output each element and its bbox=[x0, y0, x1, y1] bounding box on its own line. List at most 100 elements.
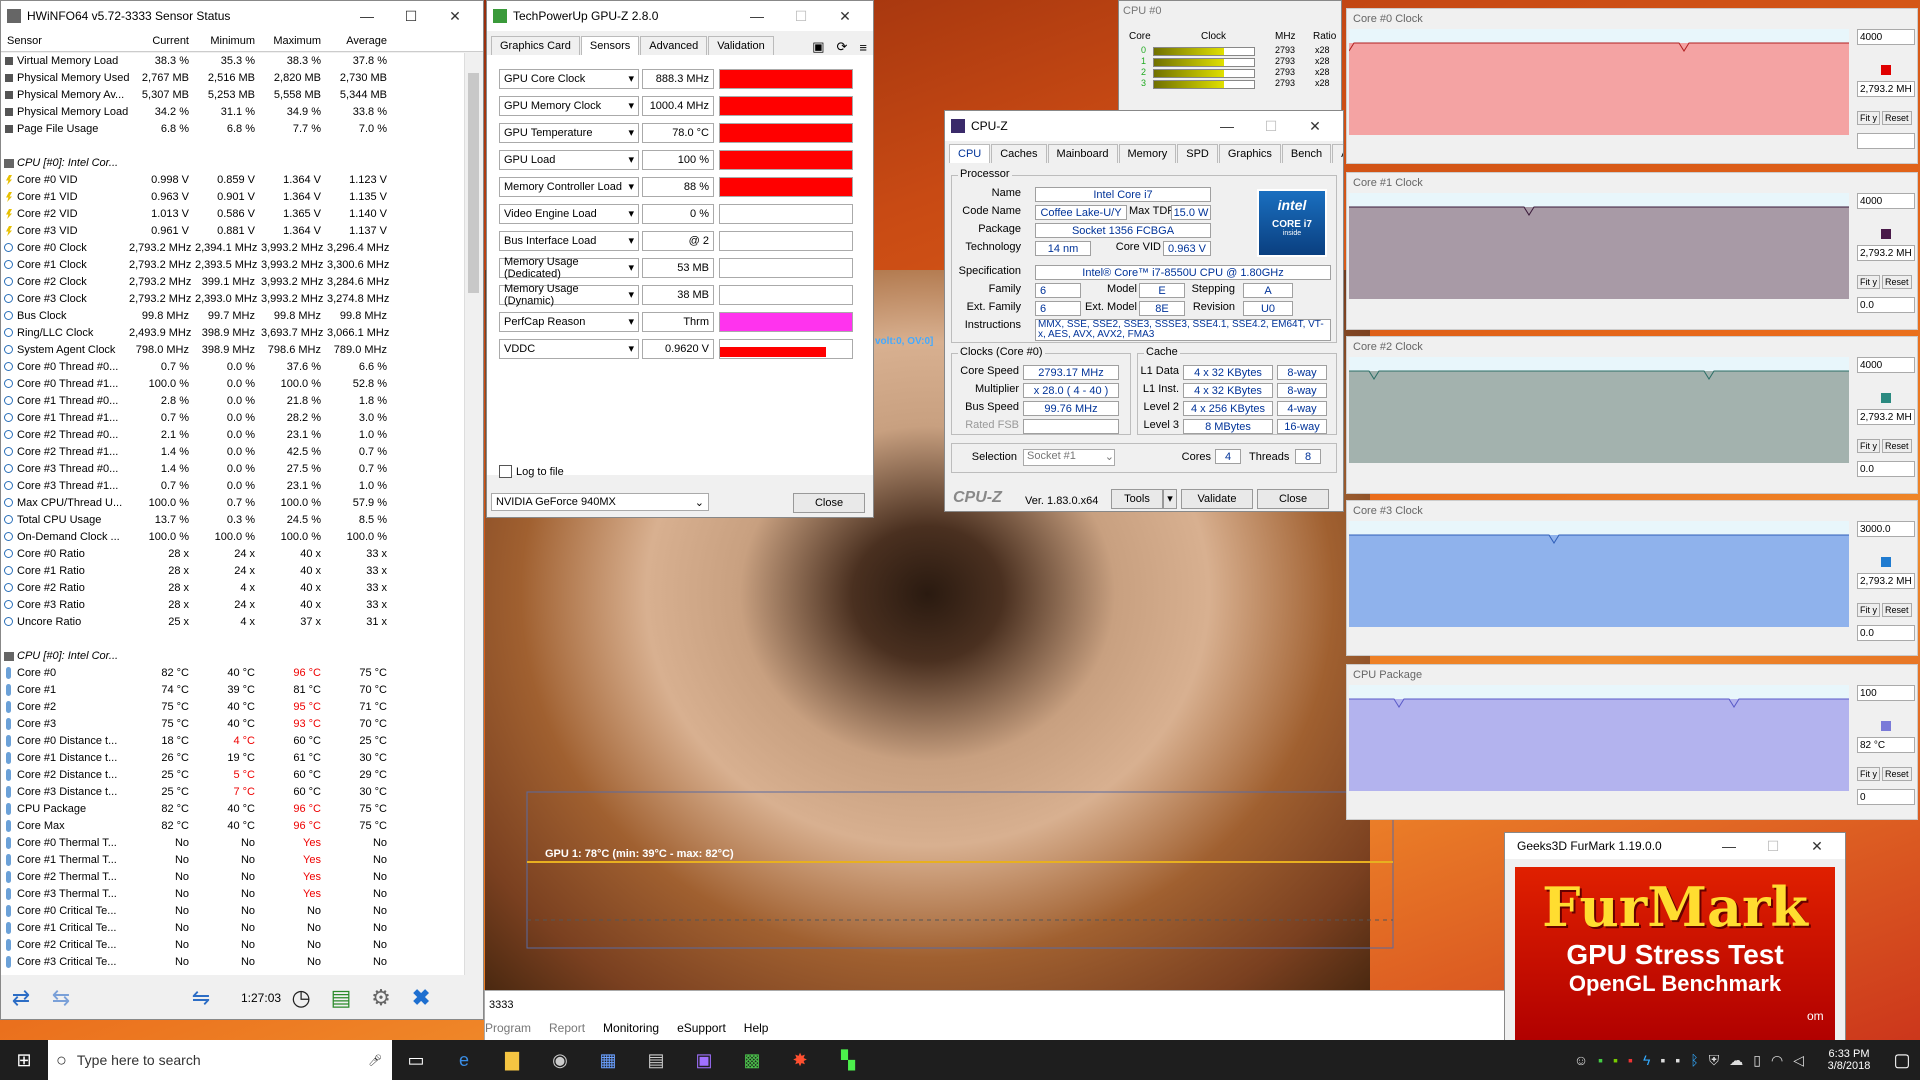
tab-graphics-card[interactable]: Graphics Card bbox=[491, 36, 580, 55]
minimize-icon[interactable]: — bbox=[1707, 838, 1751, 854]
menu-esupport[interactable]: eSupport bbox=[677, 1021, 726, 1035]
gpu-selector[interactable]: NVIDIA GeForce 940MX ⌄ bbox=[491, 493, 709, 511]
tab-sensors[interactable]: Sensors bbox=[580, 36, 640, 55]
fit-y-button[interactable]: Fit y bbox=[1857, 767, 1880, 781]
scrollbar-thumb[interactable] bbox=[468, 73, 479, 293]
sensor-name-select[interactable]: GPU Load ▾ bbox=[499, 149, 639, 170]
tray-icon-red[interactable]: ▪ bbox=[1628, 1052, 1633, 1069]
edge-icon[interactable]: e bbox=[440, 1040, 488, 1080]
furmark-taskbar-icon[interactable]: ✸ bbox=[776, 1040, 824, 1080]
col-current[interactable]: Current bbox=[129, 31, 195, 51]
table-row[interactable]: Core #0 Thread #1... 100.0 % 0.0 % 100.0 % 5… bbox=[1, 376, 467, 393]
sensor-name-select[interactable]: Bus Interface Load ▾ bbox=[499, 230, 639, 251]
people-icon[interactable]: ☺ bbox=[1574, 1052, 1588, 1069]
menu-report-clipped[interactable]: Report bbox=[549, 1021, 585, 1035]
app-icon-2[interactable]: ▦ bbox=[584, 1040, 632, 1080]
gpuz-taskbar-icon[interactable]: ▩ bbox=[728, 1040, 776, 1080]
tab-validation[interactable]: Validation bbox=[708, 36, 774, 55]
table-row[interactable]: Core #0 Distance t... 18 °C 4 °C 60 °C 25 °C bbox=[1, 733, 467, 750]
sensor-group-row[interactable]: CPU [#0]: Intel Cor... bbox=[1, 155, 467, 172]
sensor-name-select[interactable]: GPU Memory Clock ▾ bbox=[499, 95, 639, 116]
nav-left-arrows-icon[interactable]: ⇄ bbox=[1, 981, 41, 1015]
table-row[interactable]: Core #0 Clock 2,793.2 MHz 2,394.1 MHz 3,993… bbox=[1, 240, 467, 257]
close-icon[interactable]: ✕ bbox=[1795, 838, 1839, 855]
maximize-icon[interactable]: ☐ bbox=[779, 8, 823, 25]
fit-y-button[interactable]: Fit y bbox=[1857, 111, 1880, 125]
onedrive-icon[interactable]: ☁ bbox=[1729, 1052, 1743, 1069]
tab-graphics[interactable]: Graphics bbox=[1218, 144, 1281, 163]
file-explorer-icon[interactable]: ▇ bbox=[488, 1040, 536, 1080]
graph-min-input[interactable] bbox=[1857, 133, 1915, 149]
close-icon[interactable]: ✕ bbox=[1293, 118, 1337, 135]
fit-y-button[interactable]: Fit y bbox=[1857, 439, 1880, 453]
refresh-icon[interactable]: ⟳ bbox=[831, 39, 854, 55]
windows-start-icon[interactable]: ⊞ bbox=[0, 1040, 48, 1080]
tab-spd[interactable]: SPD bbox=[1177, 144, 1218, 163]
exit-x-icon[interactable]: ✖ bbox=[401, 981, 441, 1015]
table-row[interactable]: Core #1 Thread #0... 2.8 % 0.0 % 21.8 % 1.8 … bbox=[1, 393, 467, 410]
close-icon[interactable]: ✕ bbox=[823, 8, 867, 25]
table-row[interactable]: CPU Package 82 °C 40 °C 96 °C 75 °C bbox=[1, 801, 467, 818]
table-row[interactable]: Physical Memory Av... 5,307 MB 5,253 MB 5,5… bbox=[1, 87, 467, 104]
table-row[interactable]: Core #0 VID 0.998 V 0.859 V 1.364 V 1.123 V bbox=[1, 172, 467, 189]
table-row[interactable]: Core #2 Ratio 28 x 4 x 40 x 33 x bbox=[1, 580, 467, 597]
minimize-icon[interactable]: — bbox=[735, 8, 779, 24]
wifi-icon[interactable]: ◠ bbox=[1771, 1052, 1783, 1069]
minimize-icon[interactable]: — bbox=[345, 8, 389, 24]
sensor-name-select[interactable]: GPU Temperature ▾ bbox=[499, 122, 639, 143]
table-row[interactable]: Core #2 Clock 2,793.2 MHz 399.1 MHz 3,993.2… bbox=[1, 274, 467, 291]
sensor-group-row[interactable]: CPU [#0]: Intel Cor... bbox=[1, 648, 467, 665]
tab-mainboard[interactable]: Mainboard bbox=[1047, 144, 1118, 163]
table-row[interactable]: Core #0 Critical Te... No No No No bbox=[1, 903, 467, 920]
sensor-name-select[interactable]: GPU Core Clock ▾ bbox=[499, 68, 639, 89]
socket-select[interactable]: Socket #1 ⌄ bbox=[1023, 449, 1115, 466]
table-row[interactable]: Core #3 Thread #1... 0.7 % 0.0 % 23.1 % 1.0 … bbox=[1, 478, 467, 495]
table-row[interactable]: System Agent Clock 798.0 MHz 398.9 MHz 798.… bbox=[1, 342, 467, 359]
table-row[interactable]: Core #3 Clock 2,793.2 MHz 2,393.0 MHz 3,993… bbox=[1, 291, 467, 308]
gpuz-close-button[interactable]: Close bbox=[793, 493, 865, 513]
microphone-icon[interactable]: 🎤︎ bbox=[368, 1054, 382, 1067]
tab-memory[interactable]: Memory bbox=[1118, 144, 1177, 163]
maximize-icon[interactable]: ☐ bbox=[389, 8, 433, 25]
col-average[interactable]: Average bbox=[327, 31, 393, 51]
table-row[interactable]: Core #1 Critical Te... No No No No bbox=[1, 920, 467, 937]
shield-icon[interactable]: ⛨ bbox=[1709, 1052, 1720, 1069]
switch-layout-icon[interactable]: ⇋ bbox=[181, 981, 221, 1015]
table-row[interactable]: Core #2 Thread #0... 2.1 % 0.0 % 23.1 % 1.0 … bbox=[1, 427, 467, 444]
table-row[interactable]: Core #1 Distance t... 26 °C 19 °C 61 °C 30 °… bbox=[1, 750, 467, 767]
sensor-name-select[interactable]: Video Engine Load ▾ bbox=[499, 203, 639, 224]
table-row[interactable]: Core #1 Thread #1... 0.7 % 0.0 % 28.2 % 3.0 … bbox=[1, 410, 467, 427]
table-row[interactable]: Core #2 Thread #1... 1.4 % 0.0 % 42.5 % 0.7 … bbox=[1, 444, 467, 461]
notifications-icon[interactable]: ▢ bbox=[1884, 1040, 1920, 1080]
tab-bench[interactable]: Bench bbox=[1281, 144, 1332, 163]
nav-right-arrows-icon[interactable]: ⇆ bbox=[41, 981, 81, 1015]
app-icon-1[interactable]: ◉ bbox=[536, 1040, 584, 1080]
fit-y-button[interactable]: Fit y bbox=[1857, 275, 1880, 289]
tab-advanced[interactable]: Advanced bbox=[640, 36, 708, 55]
graph-min-input[interactable]: 0.0 bbox=[1857, 625, 1915, 641]
table-row[interactable]: Core #3 Distance t... 25 °C 7 °C 60 °C 30 °C bbox=[1, 784, 467, 801]
col-sensor[interactable]: Sensor bbox=[1, 31, 129, 51]
tray-icon-green[interactable]: ▪ bbox=[1598, 1052, 1603, 1069]
table-row[interactable]: Core #2 VID 1.013 V 0.586 V 1.365 V 1.140 V bbox=[1, 206, 467, 223]
table-row[interactable]: Uncore Ratio 25 x 4 x 37 x 31 x bbox=[1, 614, 467, 631]
tab-caches[interactable]: Caches bbox=[991, 144, 1047, 163]
table-row[interactable]: Core Max 82 °C 40 °C 96 °C 75 °C bbox=[1, 818, 467, 835]
reset-button[interactable]: Reset bbox=[1882, 275, 1912, 289]
table-row[interactable]: Max CPU/Thread U... 100.0 % 0.7 % 100.0 % 57… bbox=[1, 495, 467, 512]
sensor-name-select[interactable]: Memory Usage (Dedicated) ▾ bbox=[499, 256, 639, 280]
graph-max-input[interactable]: 4000 bbox=[1857, 29, 1915, 45]
table-row[interactable]: Core #2 Thermal T... No No Yes No bbox=[1, 869, 467, 886]
table-row[interactable]: Core #1 VID 0.963 V 0.901 V 1.364 V 1.135 V bbox=[1, 189, 467, 206]
settings-gear-icon[interactable]: ⚙ bbox=[361, 981, 401, 1015]
table-row[interactable]: Core #3 75 °C 40 °C 93 °C 70 °C bbox=[1, 716, 467, 733]
menu-help[interactable]: Help bbox=[744, 1021, 769, 1035]
graph-max-input[interactable]: 4000 bbox=[1857, 357, 1915, 373]
table-row[interactable]: Core #1 Thermal T... No No Yes No bbox=[1, 852, 467, 869]
tab-about[interactable]: About bbox=[1332, 144, 1343, 163]
table-row[interactable]: Core #3 Ratio 28 x 24 x 40 x 33 x bbox=[1, 597, 467, 614]
reset-button[interactable]: Reset bbox=[1882, 111, 1912, 125]
cpuz-close-button[interactable]: Close bbox=[1257, 489, 1329, 509]
maximize-icon[interactable]: ☐ bbox=[1249, 118, 1293, 135]
reset-button[interactable]: Reset bbox=[1882, 767, 1912, 781]
